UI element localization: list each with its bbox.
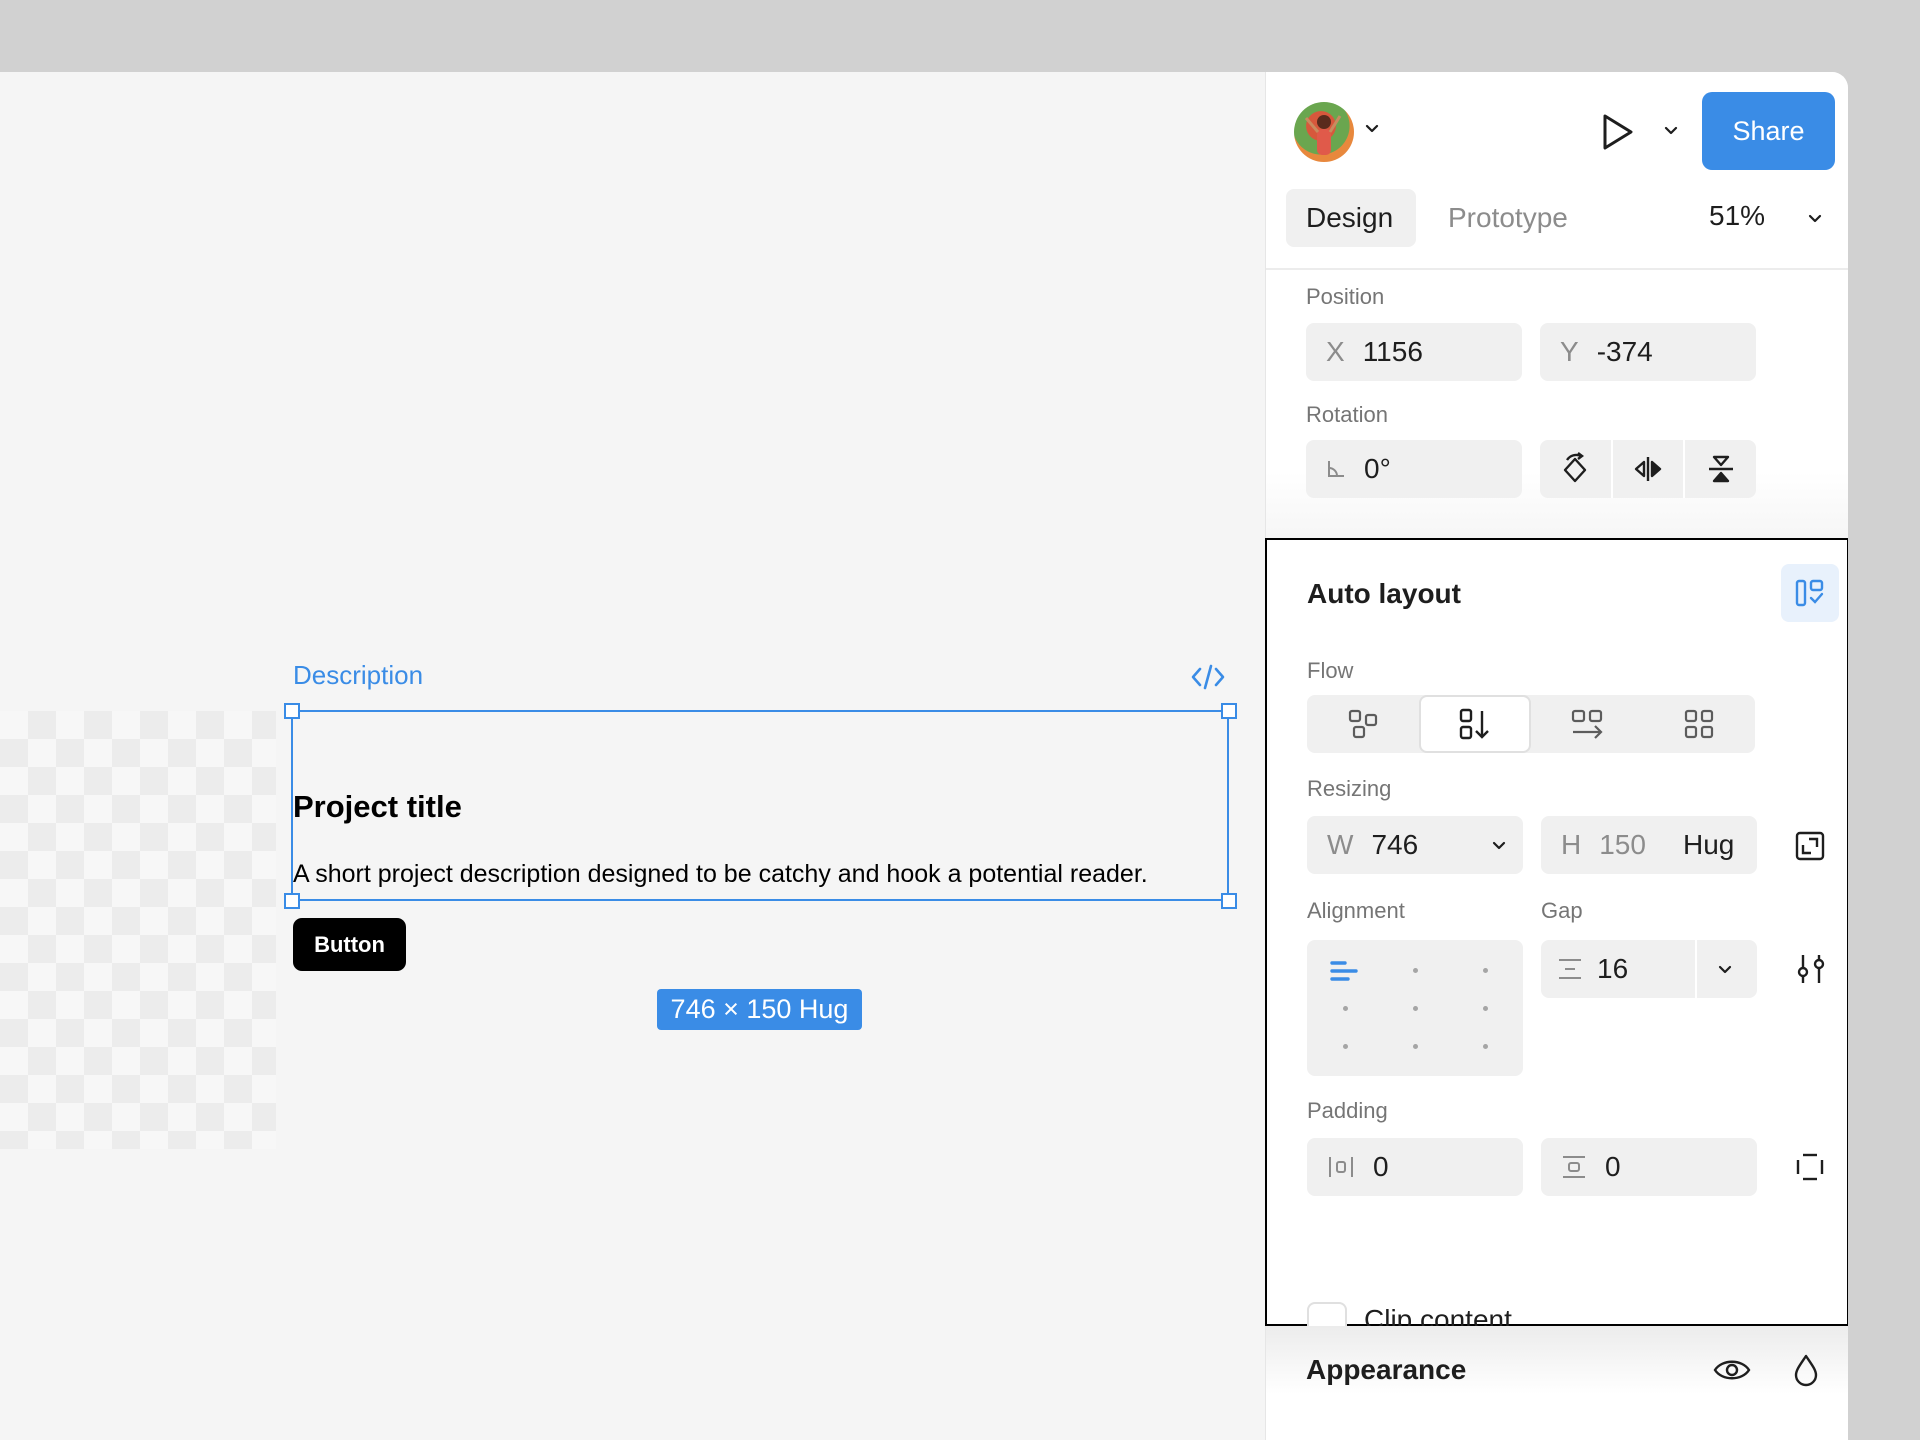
y-prefix: Y xyxy=(1560,336,1579,367)
gap-value: 16 xyxy=(1597,953,1629,984)
height-prefix: H xyxy=(1561,829,1582,860)
position-x-field[interactable]: X 1156 xyxy=(1306,323,1522,381)
x-value: 1156 xyxy=(1362,336,1423,367)
width-value: 746 xyxy=(1371,829,1419,860)
properties-panel: Share Design Prototype 51% Position X 11… xyxy=(1265,72,1848,1440)
project-description[interactable]: A short project description designed to … xyxy=(293,860,1148,889)
frame-name-label[interactable]: Description xyxy=(293,660,423,691)
rotation-label: Rotation xyxy=(1306,402,1388,427)
flip-vertical-icon xyxy=(1708,455,1733,483)
app-window: Description Project title A short projec… xyxy=(0,72,1848,1440)
rotation-field[interactable]: 0° xyxy=(1306,440,1522,498)
vertical-layout-icon xyxy=(1459,708,1489,740)
zoom-level[interactable]: 51% xyxy=(1709,200,1765,232)
flow-freeform-button[interactable] xyxy=(1307,695,1419,753)
horizontal-padding-field[interactable]: 0 xyxy=(1307,1138,1523,1196)
vertical-padding-icon xyxy=(1561,1154,1587,1180)
vertical-padding-field[interactable]: 0 xyxy=(1541,1138,1757,1196)
flow-horizontal-button[interactable] xyxy=(1531,695,1643,753)
height-field[interactable]: H 150 Hug xyxy=(1541,816,1757,874)
flip-horizontal-icon xyxy=(1634,457,1662,481)
position-y-field[interactable]: Y -374 xyxy=(1540,323,1756,381)
resize-handle-bottom-left[interactable] xyxy=(284,893,300,909)
align-middle-left-point[interactable] xyxy=(1343,1006,1348,1011)
align-middle-center-point[interactable] xyxy=(1413,1006,1418,1011)
flow-options xyxy=(1307,695,1755,753)
gap-field[interactable]: 16 xyxy=(1541,940,1757,998)
vertical-gap-icon xyxy=(1559,959,1581,979)
resize-handle-bottom-right[interactable] xyxy=(1221,893,1237,909)
eye-icon[interactable] xyxy=(1713,1356,1751,1384)
canvas-button-element[interactable]: Button xyxy=(293,918,406,971)
freeform-layout-icon xyxy=(1348,709,1378,739)
padding-label: Padding xyxy=(1307,1098,1388,1123)
chevron-down-icon[interactable] xyxy=(1717,961,1733,977)
horizontal-padding-value: 0 xyxy=(1373,1151,1389,1182)
chevron-down-icon[interactable] xyxy=(1663,122,1679,138)
align-bottom-right-point[interactable] xyxy=(1483,1044,1488,1049)
layout-suggestion-icon xyxy=(1795,579,1824,607)
resizing-label: Resizing xyxy=(1307,776,1392,801)
angle-icon xyxy=(1326,459,1346,479)
auto-layout-title: Auto layout xyxy=(1307,578,1461,609)
width-field[interactable]: W 746 xyxy=(1307,816,1523,874)
align-bottom-center-point[interactable] xyxy=(1413,1044,1418,1049)
align-top-left-icon[interactable] xyxy=(1329,958,1359,984)
resize-to-fit-icon[interactable] xyxy=(1794,830,1826,862)
auto-layout-settings-button[interactable] xyxy=(1781,564,1839,622)
avatar[interactable] xyxy=(1294,102,1354,162)
x-prefix: X xyxy=(1326,336,1345,367)
layout-settings-icon[interactable] xyxy=(1794,952,1828,986)
project-title[interactable]: Project title xyxy=(293,789,462,825)
design-canvas[interactable]: Description Project title A short projec… xyxy=(0,72,1265,1440)
code-icon[interactable] xyxy=(1190,661,1226,693)
rotate-90-button[interactable] xyxy=(1540,440,1611,498)
resize-handle-top-right[interactable] xyxy=(1221,703,1237,719)
height-mode: Hug xyxy=(1683,829,1735,860)
tab-design[interactable]: Design xyxy=(1286,189,1416,247)
align-top-center-point[interactable] xyxy=(1413,968,1418,973)
gap-label: Gap xyxy=(1541,898,1583,923)
individual-padding-icon[interactable] xyxy=(1795,1152,1825,1182)
flow-label: Flow xyxy=(1307,658,1354,683)
size-badge: 746 × 150 Hug xyxy=(657,989,862,1030)
rotation-value: 0° xyxy=(1364,453,1391,484)
tab-prototype[interactable]: Prototype xyxy=(1428,189,1588,247)
horizontal-layout-icon xyxy=(1571,709,1603,739)
align-middle-right-point[interactable] xyxy=(1483,1006,1488,1011)
avatar-person-icon xyxy=(1304,115,1342,155)
y-value: -374 xyxy=(1596,336,1653,367)
auto-layout-section: Auto layout Flow Resizing W 746 H 150 Hu… xyxy=(1265,538,1848,1342)
droplet-icon[interactable] xyxy=(1792,1353,1820,1387)
flow-vertical-button[interactable] xyxy=(1419,695,1531,753)
divider xyxy=(1266,268,1848,270)
flow-grid-button[interactable] xyxy=(1643,695,1755,753)
appearance-title: Appearance xyxy=(1306,1354,1467,1385)
share-button[interactable]: Share xyxy=(1702,92,1835,170)
rotate-icon xyxy=(1564,452,1587,483)
flip-horizontal-button[interactable] xyxy=(1610,440,1684,498)
height-value: 150 xyxy=(1599,829,1646,860)
chevron-down-icon[interactable] xyxy=(1364,120,1380,136)
alignment-grid[interactable] xyxy=(1307,940,1523,1076)
alignment-label: Alignment xyxy=(1307,898,1405,923)
grid-layout-icon xyxy=(1684,709,1714,739)
width-prefix: W xyxy=(1327,829,1354,860)
horizontal-padding-icon xyxy=(1327,1155,1355,1179)
transparent-frame-area xyxy=(0,711,276,1149)
chevron-down-icon[interactable] xyxy=(1491,837,1507,853)
flip-vertical-button[interactable] xyxy=(1683,440,1756,498)
play-icon[interactable] xyxy=(1596,110,1638,154)
align-top-right-point[interactable] xyxy=(1483,968,1488,973)
resize-handle-top-left[interactable] xyxy=(284,703,300,719)
chevron-down-icon[interactable] xyxy=(1807,210,1823,226)
position-label: Position xyxy=(1306,284,1385,309)
align-bottom-left-point[interactable] xyxy=(1343,1044,1348,1049)
vertical-padding-value: 0 xyxy=(1605,1151,1621,1182)
transform-tools xyxy=(1540,440,1756,498)
divider xyxy=(1695,940,1697,998)
